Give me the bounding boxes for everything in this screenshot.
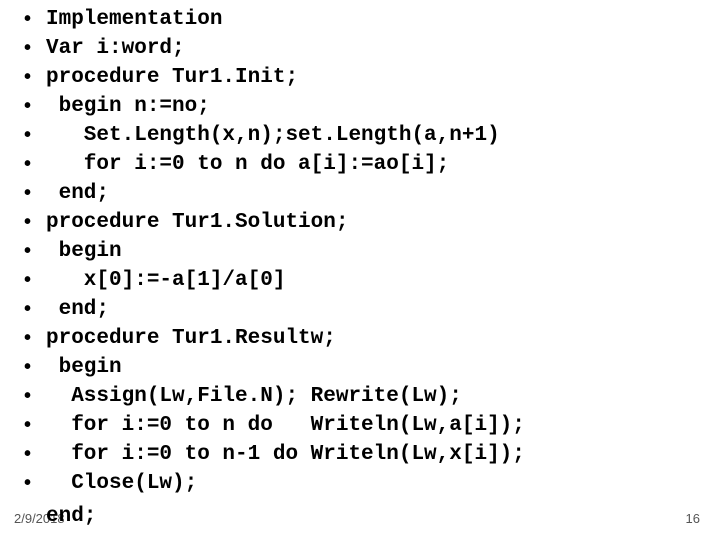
code-line: • begin xyxy=(24,238,720,267)
code-line: •procedure Tur1.Resultw; xyxy=(24,325,720,354)
bullet-icon: • xyxy=(24,325,46,352)
code-text: Close(Lw); xyxy=(46,470,720,499)
bullet-icon: • xyxy=(24,412,46,439)
code-line: • for i:=0 to n do a[i]:=ao[i]; xyxy=(24,151,720,180)
bullet-icon: • xyxy=(24,238,46,265)
code-text: for i:=0 to n do a[i]:=ao[i]; xyxy=(46,151,720,180)
code-line: • Close(Lw); xyxy=(24,470,720,499)
code-line: •Implementation xyxy=(24,6,720,35)
code-line: • Assign(Lw,File.N); Rewrite(Lw); xyxy=(24,383,720,412)
bullet-icon: • xyxy=(24,209,46,236)
bullet-icon: • xyxy=(24,93,46,120)
code-line: • for i:=0 to n-1 do Writeln(Lw,x[i]); xyxy=(24,441,720,470)
code-text: end; xyxy=(46,180,720,209)
code-text: x[0]:=-a[1]/a[0] xyxy=(46,267,720,296)
code-line: •procedure Tur1.Solution; xyxy=(24,209,720,238)
code-line: • for i:=0 to n do Writeln(Lw,a[i]); xyxy=(24,412,720,441)
bullet-icon: • xyxy=(24,64,46,91)
code-text: end; xyxy=(46,296,720,325)
code-line: • begin n:=no; xyxy=(24,93,720,122)
code-line: •procedure Tur1.Init; xyxy=(24,64,720,93)
code-text: begin xyxy=(46,238,720,267)
code-text: Implementation xyxy=(46,6,720,35)
code-text: procedure Tur1.Init; xyxy=(46,64,720,93)
code-text: for i:=0 to n do Writeln(Lw,a[i]); xyxy=(46,412,720,441)
bullet-icon: • xyxy=(24,441,46,468)
code-line: • begin xyxy=(24,354,720,383)
code-line: •Var i:word; xyxy=(24,35,720,64)
bullet-icon: • xyxy=(24,470,46,497)
code-text: procedure Tur1.Solution; xyxy=(46,209,720,238)
code-text: Assign(Lw,File.N); Rewrite(Lw); xyxy=(46,383,720,412)
code-list: •Implementation •Var i:word; •procedure … xyxy=(0,0,720,498)
bullet-icon: • xyxy=(24,180,46,207)
code-text: procedure Tur1.Resultw; xyxy=(46,325,720,354)
code-text: begin n:=no; xyxy=(46,93,720,122)
code-line: • end; xyxy=(24,296,720,325)
bullet-icon: • xyxy=(24,35,46,62)
slide: •Implementation •Var i:word; •procedure … xyxy=(0,0,720,540)
code-text: begin xyxy=(46,354,720,383)
bullet-icon: • xyxy=(24,151,46,178)
code-text: for i:=0 to n-1 do Writeln(Lw,x[i]); xyxy=(46,441,720,470)
bullet-icon: • xyxy=(24,6,46,33)
bullet-icon: • xyxy=(24,122,46,149)
bullet-icon: • xyxy=(24,383,46,410)
bullet-icon: • xyxy=(24,354,46,381)
code-line: • Set.Length(x,n);set.Length(a,n+1) xyxy=(24,122,720,151)
code-line: • x[0]:=-a[1]/a[0] xyxy=(24,267,720,296)
page-number: 16 xyxy=(686,511,700,526)
bullet-icon: • xyxy=(24,296,46,323)
code-line: • end; xyxy=(24,180,720,209)
bullet-icon: • xyxy=(24,267,46,294)
code-text: Set.Length(x,n);set.Length(a,n+1) xyxy=(46,122,720,151)
code-text: Var i:word; xyxy=(46,35,720,64)
code-text-last: end; xyxy=(46,505,96,528)
